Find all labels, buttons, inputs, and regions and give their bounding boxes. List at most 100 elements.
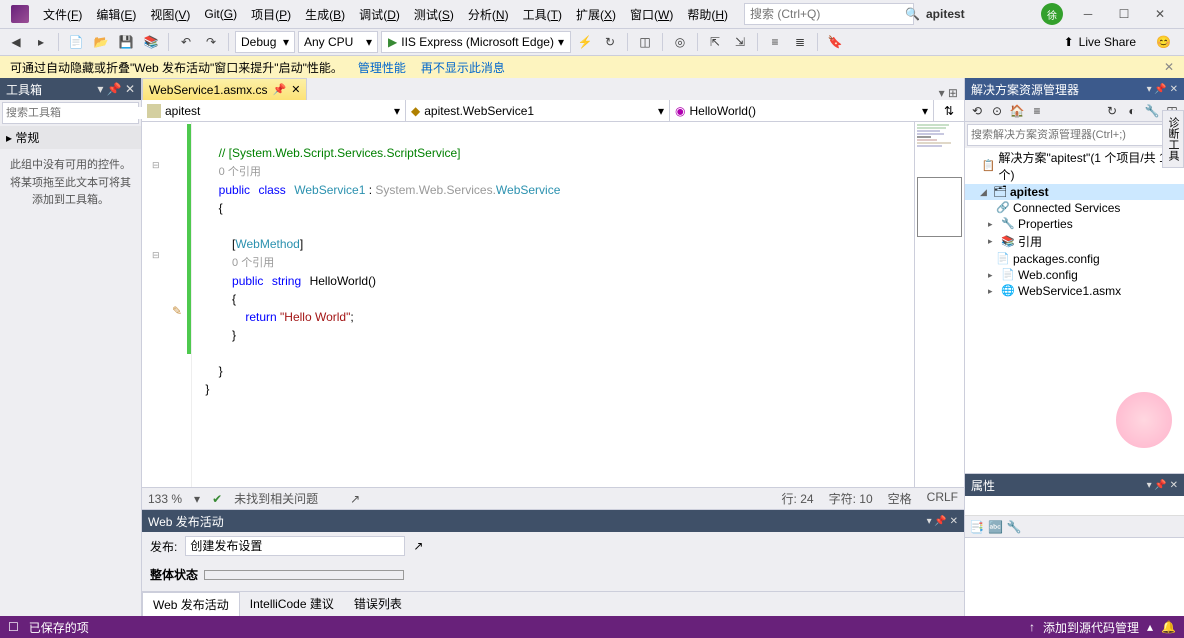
tb-icon-3[interactable]: ⇱ — [704, 31, 726, 53]
share-icon: ⬆ — [1064, 35, 1074, 49]
open-button[interactable]: 📂 — [90, 31, 112, 53]
minimap[interactable] — [914, 122, 964, 487]
add-source-control[interactable]: 添加到源代码管理 — [1043, 619, 1139, 636]
publish-profile-combo[interactable]: 创建发布设置 — [185, 536, 405, 556]
tab-intellicode[interactable]: IntelliCode 建议 — [240, 592, 344, 616]
menu-extensions[interactable]: 扩展(X) — [570, 3, 622, 26]
se-collapse-icon[interactable]: ≡ — [1029, 103, 1045, 119]
props-az-icon[interactable]: 🔤 — [988, 520, 1003, 534]
solution-search[interactable]: 🔍 — [967, 124, 1182, 146]
check-icon: ✔ — [212, 492, 222, 506]
toolbox-panel: 工具箱 ▾ 📌 ✕ 🔍 ✕ ▸ 常规 此组中没有可用的控件。将某项拖至此文本可将… — [0, 78, 142, 616]
user-avatar[interactable]: 徐 — [1041, 3, 1063, 25]
saved-icon: ☐ — [8, 620, 19, 634]
split-icon[interactable]: ⇅ — [934, 100, 964, 121]
nav-class-combo[interactable]: ◆ apitest.WebService1▾ — [406, 100, 670, 121]
se-showall-icon[interactable]: ◐ — [1124, 103, 1140, 119]
tb-icon-4[interactable]: ⇲ — [729, 31, 751, 53]
publish-header[interactable]: Web 发布活动 ▾ 📌 ✕ — [142, 510, 964, 532]
menu-help[interactable]: 帮助(H) — [681, 3, 734, 26]
save-button[interactable]: 💾 — [115, 31, 137, 53]
toolbox-category[interactable]: ▸ 常规 — [0, 126, 141, 149]
pin-icon[interactable]: ▾ 📌 ✕ — [97, 82, 135, 96]
tb-icon-2[interactable]: ◎ — [669, 31, 691, 53]
solution-explorer-toolbar: ⟲ ⊙ 🏠 ≡ ↻ ◐ 🔧 ◫ — [965, 100, 1184, 122]
menu-window[interactable]: 窗口(W) — [624, 3, 679, 26]
toolbox-empty-text: 此组中没有可用的控件。将某项拖至此文本可将其添加到工具箱。 — [0, 149, 141, 218]
code-editor[interactable]: ⊟ ⊟ ✎ // [System.Web.Script.Services.Scr… — [142, 122, 964, 487]
maximize-button[interactable]: ☐ — [1111, 5, 1137, 23]
global-search-input[interactable]: 🔍 — [744, 3, 914, 25]
tab-errors[interactable]: 错误列表 — [344, 592, 412, 616]
menu-git[interactable]: Git(G) — [198, 4, 243, 24]
menu-view[interactable]: 视图(V) — [144, 3, 196, 26]
tabs-overflow-icon[interactable]: ▾ ⊞ — [939, 86, 958, 100]
se-refresh-icon[interactable]: ↻ — [1104, 103, 1120, 119]
refresh-button[interactable]: ↻ — [599, 31, 621, 53]
platform-combo[interactable]: Any CPU▾ — [298, 31, 378, 53]
nav-fwd-button[interactable]: ▸ — [30, 31, 52, 53]
tb-icon-1[interactable]: ◫ — [634, 31, 656, 53]
properties-header[interactable]: 属性 ▾ 📌 ✕ — [965, 474, 1184, 496]
issues-text[interactable]: 未找到相关问题 — [234, 490, 318, 507]
props-cat-icon[interactable]: 📑 — [969, 520, 984, 534]
toolbox-header[interactable]: 工具箱 ▾ 📌 ✕ — [0, 78, 141, 100]
se-prop-icon[interactable]: 🔧 — [1144, 103, 1160, 119]
redo-button[interactable]: ↷ — [200, 31, 222, 53]
menu-tools[interactable]: 工具(T) — [517, 3, 568, 26]
menu-file[interactable]: 文件(F) — [37, 3, 88, 26]
web-publish-panel: Web 发布活动 ▾ 📌 ✕ 发布: 创建发布设置 ↗ 整体状态 Web 发布活… — [142, 509, 964, 616]
undo-button[interactable]: ↶ — [175, 31, 197, 53]
infobar-close-button[interactable]: ✕ — [1164, 60, 1174, 74]
tb-icon-6[interactable]: ≣ — [789, 31, 811, 53]
tb-icon-5[interactable]: ≡ — [764, 31, 786, 53]
tab-publish[interactable]: Web 发布活动 — [142, 592, 240, 616]
dont-show-link[interactable]: 再不显示此消息 — [421, 59, 505, 76]
live-share-button[interactable]: ⬆ Live Share 😊 — [1064, 35, 1171, 49]
menu-analyze[interactable]: 分析(N) — [462, 3, 515, 26]
assistant-avatar[interactable] — [1114, 390, 1174, 450]
main-toolbar: ◀ ▸ 📄 📂 💾 📚 ↶ ↷ Debug▾ Any CPU▾ ▶ IIS Ex… — [0, 28, 1184, 56]
se-back-icon[interactable]: ⊙ — [989, 103, 1005, 119]
pin-tab-icon[interactable]: 📌 — [272, 83, 286, 96]
infobar-message: 可通过自动隐藏或折叠"Web 发布活动"窗口来提升"启动"性能。 — [10, 59, 343, 76]
bottom-tabs: Web 发布活动 IntelliCode 建议 错误列表 — [142, 591, 964, 616]
notifications-icon[interactable]: 🔔 — [1161, 620, 1176, 634]
tb-icon-7[interactable]: 🔖 — [824, 31, 846, 53]
editor-statusbar: 133 %▾ ✔ 未找到相关问题 ↗ 行: 24 字符: 10 空格 CRLF — [142, 487, 964, 509]
close-button[interactable]: ✕ — [1147, 5, 1173, 23]
menu-debug[interactable]: 调试(D) — [353, 3, 406, 26]
se-home-icon[interactable]: ⟲ — [969, 103, 985, 119]
config-combo[interactable]: Debug▾ — [235, 31, 295, 53]
solution-name-label: apitest — [926, 7, 965, 21]
diagnostics-tab[interactable]: 诊断工具 — [1162, 110, 1184, 168]
saved-text: 已保存的项 — [29, 619, 89, 636]
status-label: 整体状态 — [150, 566, 198, 583]
menu-test[interactable]: 测试(S) — [408, 3, 460, 26]
new-project-button[interactable]: 📄 — [65, 31, 87, 53]
attach-button[interactable]: ⚡ — [574, 31, 596, 53]
publish-progress — [204, 570, 404, 580]
save-all-button[interactable]: 📚 — [140, 31, 162, 53]
document-tab-active[interactable]: WebService1.asmx.cs 📌 ✕ — [142, 78, 307, 100]
se-home2-icon[interactable]: 🏠 — [1009, 103, 1025, 119]
zoom-combo[interactable]: 133 % — [148, 492, 182, 506]
close-tab-icon[interactable]: ✕ — [291, 83, 300, 96]
nav-member-combo[interactable]: ◉ HelloWorld()▾ — [670, 100, 934, 121]
vs-logo-icon — [11, 5, 29, 23]
publish-action-icon[interactable]: ↗ — [413, 539, 423, 553]
manage-perf-link[interactable]: 管理性能 — [358, 59, 406, 76]
run-button[interactable]: ▶ IIS Express (Microsoft Edge) ▾ — [381, 31, 571, 53]
method-icon: ◉ — [675, 104, 685, 118]
menu-build[interactable]: 生成(B) — [299, 3, 351, 26]
props-pages-icon[interactable]: 🔧 — [1007, 520, 1022, 534]
minimize-button[interactable]: ─ — [1075, 5, 1101, 23]
nav-project-combo[interactable]: apitest▾ — [142, 100, 406, 121]
solution-explorer-header[interactable]: 解决方案资源管理器 ▾ 📌 ✕ — [965, 78, 1184, 100]
toolbox-search[interactable]: 🔍 ✕ — [2, 102, 139, 124]
feedback-icon[interactable]: 😊 — [1156, 35, 1171, 49]
menu-edit[interactable]: 编辑(E) — [90, 3, 142, 26]
performance-infobar: 可通过自动隐藏或折叠"Web 发布活动"窗口来提升"启动"性能。 管理性能 再不… — [0, 56, 1184, 78]
nav-back-button[interactable]: ◀ — [5, 31, 27, 53]
menu-project[interactable]: 项目(P) — [245, 3, 297, 26]
